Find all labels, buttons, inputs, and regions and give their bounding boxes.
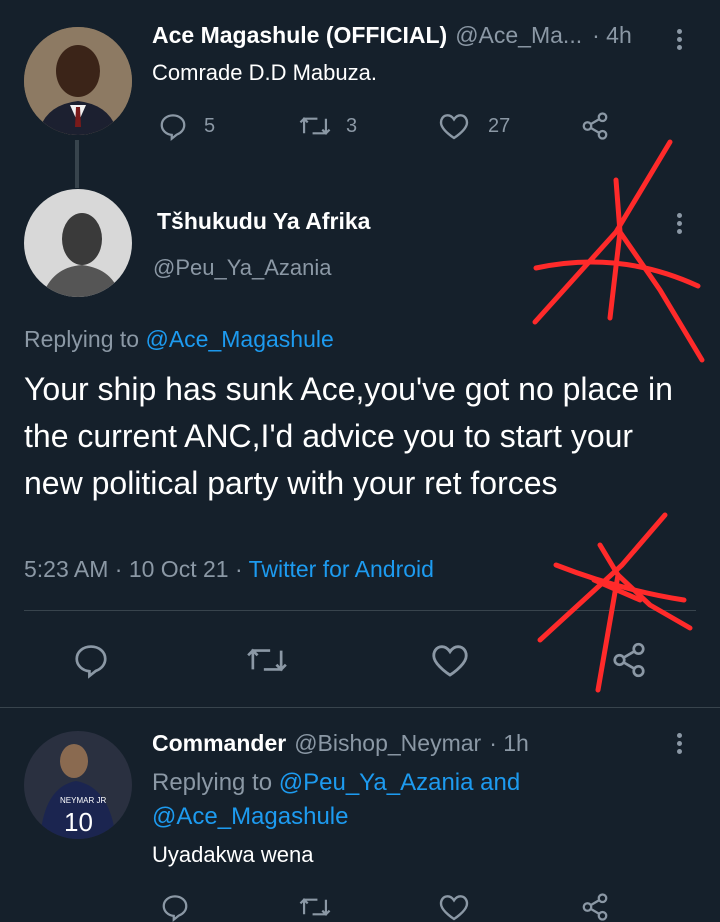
jersey-number: 10: [64, 807, 93, 837]
avatar-photo: NEYMAR JR 10: [24, 731, 132, 839]
reply-icon[interactable]: [72, 641, 110, 679]
tweet-ace-magashule[interactable]: Ace Magashule (OFFICIAL) @Ace_Ma... · 4h…: [0, 0, 720, 188]
source-link[interactable]: Twitter for Android: [249, 556, 434, 582]
avatar-photo: [24, 189, 132, 297]
more-vertical-icon[interactable]: [677, 26, 682, 53]
retweet-icon: [298, 111, 332, 141]
handle[interactable]: @Bishop_Neymar: [294, 730, 481, 757]
more-vertical-icon[interactable]: [677, 210, 682, 237]
display-name[interactable]: Tšhukudu Ya Afrika: [157, 208, 370, 235]
handle[interactable]: @Ace_Ma...: [455, 22, 582, 49]
tweet-meta: 5:23 AM · 10 Oct 21 · Twitter for Androi…: [24, 556, 434, 583]
reply-icon[interactable]: [160, 892, 190, 922]
replying-to: Replying to @Peu_Ya_Azania and @Ace_Maga…: [152, 766, 520, 834]
heart-icon[interactable]: [430, 641, 470, 679]
share-icon[interactable]: [580, 111, 610, 141]
avatar[interactable]: [24, 27, 132, 135]
timestamp[interactable]: · 1h: [489, 730, 529, 757]
reply-button[interactable]: 5: [158, 111, 215, 141]
avatar[interactable]: [24, 189, 132, 297]
reply-count: 5: [204, 114, 216, 137]
tweet-focused[interactable]: Tšhukudu Ya Afrika @Peu_Ya_Azania Replyi…: [0, 180, 720, 700]
tweet-text: Your ship has sunk Ace,you've got no pla…: [24, 371, 673, 501]
timestamp: 5:23 AM · 10 Oct 21 ·: [24, 556, 243, 582]
display-name[interactable]: Ace Magashule (OFFICIAL): [152, 22, 447, 49]
replying-prefix: Replying to: [24, 326, 140, 352]
heart-icon[interactable]: [438, 892, 470, 922]
timestamp[interactable]: · 4h: [592, 22, 632, 49]
jersey-name: NEYMAR JR: [60, 796, 106, 805]
replying-prefix: Replying to: [152, 769, 273, 796]
more-vertical-icon[interactable]: [677, 730, 682, 757]
divider: [24, 610, 696, 611]
retweet-icon[interactable]: [245, 641, 289, 679]
like-button[interactable]: 27: [438, 111, 510, 141]
share-icon[interactable]: [580, 892, 610, 922]
mention-link[interactable]: @Ace_Magashule: [145, 326, 333, 352]
heart-icon: [438, 111, 470, 141]
share-icon[interactable]: [610, 641, 648, 679]
mention-link[interactable]: @Ace_Magashule: [152, 803, 348, 830]
retweet-icon[interactable]: [298, 892, 332, 922]
reply-icon: [158, 111, 188, 141]
tweet-commander[interactable]: NEYMAR JR 10 Commander @Bishop_Neymar · …: [0, 708, 720, 922]
avatar[interactable]: NEYMAR JR 10: [24, 731, 132, 839]
retweet-button[interactable]: 3: [298, 111, 357, 141]
replying-to: Replying to @Ace_Magashule: [24, 326, 334, 353]
mention-link[interactable]: @Peu_Ya_Azania and: [279, 769, 520, 796]
tweet-text: Uyadakwa wena: [152, 842, 314, 867]
like-count: 27: [488, 114, 511, 137]
avatar-photo: [24, 27, 132, 135]
display-name[interactable]: Commander: [152, 730, 286, 757]
retweet-count: 3: [346, 114, 358, 137]
tweet-text: Comrade D.D Mabuza.: [152, 60, 377, 85]
handle[interactable]: @Peu_Ya_Azania: [153, 255, 332, 281]
